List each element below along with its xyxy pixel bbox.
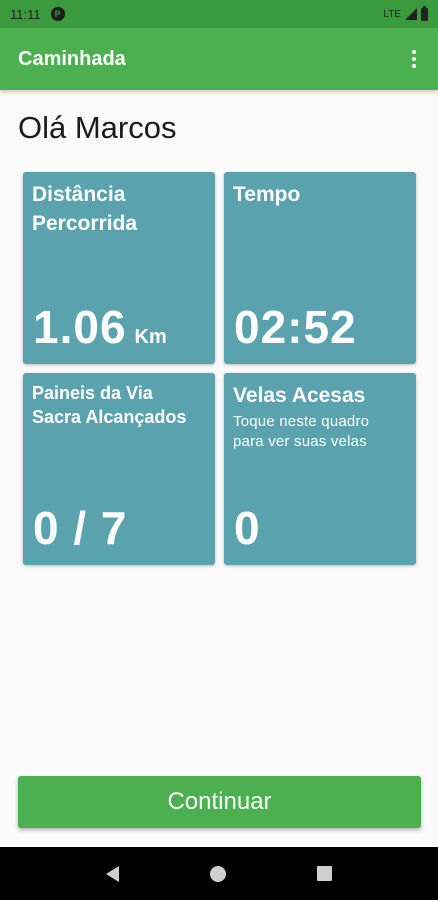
- time-title: Tempo: [233, 183, 301, 206]
- navigation-bar: [0, 847, 438, 900]
- panels-title-line2: Sacra Alcançados: [32, 407, 187, 427]
- battery-icon: [421, 5, 428, 21]
- distance-value-group: 1.06 Km: [33, 300, 167, 354]
- greeting-text: Olá Marcos: [18, 110, 177, 145]
- panels-value-group: 0 / 7: [33, 501, 128, 555]
- network-type: LTE: [383, 8, 401, 20]
- signal-icon: [405, 8, 417, 20]
- candles-title: Velas Acesas: [233, 384, 366, 407]
- app-notification-icon: P: [50, 7, 65, 21]
- overflow-menu-icon[interactable]: [408, 44, 420, 74]
- time-value: 02:52: [234, 301, 357, 353]
- distance-value: 1.06: [33, 301, 127, 353]
- status-time: 11:11: [10, 6, 41, 22]
- app-bar: Caminhada: [0, 28, 438, 90]
- distance-title-line1: Distância: [32, 183, 126, 206]
- status-left: 11:11 P: [10, 7, 65, 22]
- candles-tile[interactable]: Velas Acesas Toque neste quadro para ver…: [224, 373, 416, 565]
- candles-value-group: 0: [234, 501, 261, 555]
- app-title: Caminhada: [18, 47, 126, 70]
- time-value-group: 02:52: [234, 300, 357, 354]
- distance-tile[interactable]: Distância Percorrida 1.06 Km: [23, 172, 215, 364]
- candles-value: 0: [234, 502, 261, 554]
- candles-subtitle-line1: Toque neste quadro: [233, 413, 370, 430]
- time-tile[interactable]: Tempo 02:52: [224, 172, 416, 364]
- panels-value: 0 / 7: [33, 502, 128, 554]
- status-bar: 11:11 P LTE: [0, 0, 438, 28]
- distance-unit: Km: [134, 326, 167, 348]
- home-icon[interactable]: [209, 865, 226, 882]
- back-icon[interactable]: [105, 865, 119, 882]
- continue-button[interactable]: Continuar: [18, 776, 421, 828]
- recents-icon[interactable]: [317, 866, 333, 881]
- panels-tile[interactable]: Paineis da Via Sacra Alcançados 0 / 7: [23, 373, 215, 565]
- panels-title-line1: Paineis da Via: [32, 383, 153, 403]
- distance-title-line2: Percorrida: [32, 212, 138, 235]
- candles-subtitle-line2: para ver suas velas: [233, 433, 367, 450]
- status-right: LTE: [383, 5, 428, 21]
